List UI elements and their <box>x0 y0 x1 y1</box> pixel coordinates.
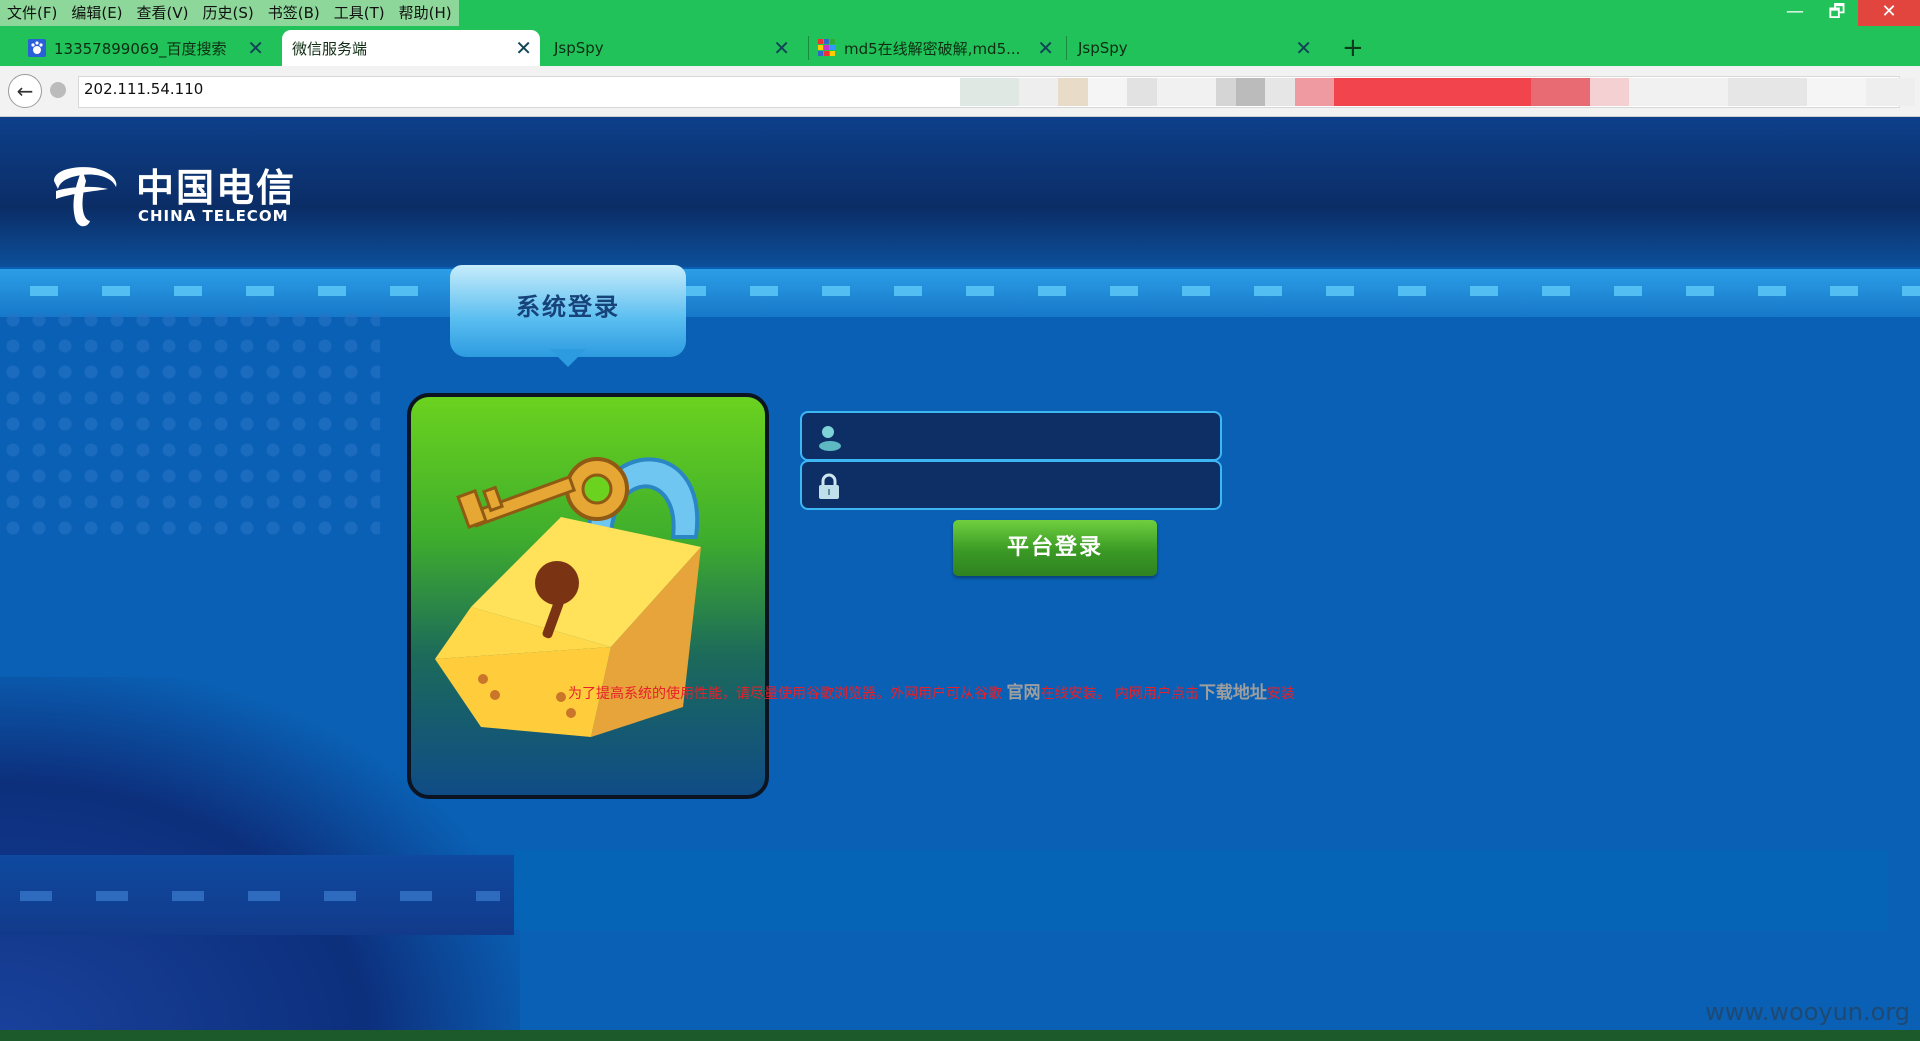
os-taskbar <box>0 1030 1920 1041</box>
lock-illustration-panel <box>407 393 769 799</box>
password-input[interactable] <box>854 468 1208 504</box>
browser-notice: 为了提高系统的使用性能，请尽量使用谷歌浏览器。外网用户可从谷歌 官网在线安装。 … <box>568 678 1295 703</box>
tab-bar: 13357899069_百度搜索 ✕ 微信服务端 ✕ JspSpy ✕ md5在… <box>0 26 1920 66</box>
official-site-link[interactable]: 官网 <box>1006 683 1040 703</box>
tab-title: 13357899069_百度搜索 <box>54 39 227 58</box>
menu-tools[interactable]: 工具(T) <box>327 0 392 26</box>
tab-close-icon[interactable]: ✕ <box>247 36 264 60</box>
close-window-button[interactable]: ✕ <box>1858 0 1920 26</box>
user-icon <box>819 426 841 451</box>
tab-title: JspSpy <box>554 39 604 57</box>
decorative-bottom-strip <box>0 855 514 935</box>
notice-text-2: 在线安装。 内网用户点击 <box>1040 686 1199 702</box>
username-input[interactable] <box>854 419 1208 455</box>
menu-bookmarks[interactable]: 书签(B) <box>261 0 327 26</box>
password-field[interactable] <box>800 460 1222 510</box>
tab-jspspy-2[interactable]: JspSpy ✕ <box>1068 30 1320 66</box>
notice-text-3: 安装 <box>1266 686 1295 702</box>
redacted-area <box>960 78 1915 106</box>
minimize-button[interactable]: — <box>1774 0 1816 26</box>
platform-login-button[interactable]: 平台登录 <box>953 520 1157 576</box>
window-controls: — 🗗 ✕ <box>1774 0 1920 26</box>
tab-title: 微信服务端 <box>292 39 368 58</box>
globe-icon <box>50 82 66 98</box>
stripe-dots <box>0 286 1920 296</box>
section-title-tab: 系统登录 <box>450 265 686 371</box>
tab-title: JspSpy <box>1078 39 1128 57</box>
grid-icon <box>818 39 835 56</box>
logo-chinese: 中国电信 <box>136 165 297 210</box>
menu-file[interactable]: 文件(F) <box>0 0 64 26</box>
tab-close-icon[interactable]: ✕ <box>1295 36 1312 60</box>
address-bar: ← 202.111.54.110 <box>0 66 1920 117</box>
tab-weixin[interactable]: 微信服务端 ✕ <box>282 30 540 66</box>
tab-baidu[interactable]: 13357899069_百度搜索 ✕ <box>20 30 272 66</box>
tab-md5[interactable]: md5在线解密破解,md5... ✕ <box>810 30 1062 66</box>
maximize-button[interactable]: 🗗 <box>1816 0 1858 26</box>
new-tab-button[interactable]: + <box>1342 28 1364 68</box>
tab-close-icon[interactable]: ✕ <box>515 36 532 60</box>
username-field[interactable] <box>800 411 1222 461</box>
padlock-key-icon <box>435 457 701 737</box>
china-telecom-logo: 中国电信 CHINA TELECOM <box>46 155 306 235</box>
back-arrow-icon: ← <box>16 79 34 103</box>
decorative-dots <box>0 307 380 537</box>
lock-icon <box>819 473 839 499</box>
browser-menubar: 文件(F) 编辑(E) 查看(V) 历史(S) 书签(B) 工具(T) 帮助(H… <box>0 0 1920 26</box>
telecom-emblem-icon <box>54 167 117 227</box>
section-title: 系统登录 <box>516 293 620 321</box>
tab-close-icon[interactable]: ✕ <box>1037 36 1054 60</box>
back-button[interactable]: ← <box>8 74 42 108</box>
bottom-panel <box>514 850 1888 930</box>
notice-text-1: 为了提高系统的使用性能，请尽量使用谷歌浏览器。外网用户可从谷歌 <box>568 686 1007 702</box>
login-page: 中国电信 CHINA TELECOM 系统登录 平台登录 为了提高系统的使用性能… <box>0 117 1920 1041</box>
tab-title: md5在线解密破解,md5... <box>844 39 1021 58</box>
menu-view[interactable]: 查看(V) <box>130 0 196 26</box>
tab-close-icon[interactable]: ✕ <box>773 36 790 60</box>
logo-english: CHINA TELECOM <box>138 207 289 225</box>
tab-jspspy-1[interactable]: JspSpy ✕ <box>546 30 798 66</box>
download-link[interactable]: 下载地址 <box>1199 683 1267 703</box>
baidu-paw-icon <box>28 39 46 57</box>
bottom-strip-dots <box>20 891 500 901</box>
menu-edit[interactable]: 编辑(E) <box>64 0 129 26</box>
menu-history[interactable]: 历史(S) <box>196 0 261 26</box>
url-text: 202.111.54.110 <box>84 80 204 98</box>
tab-separator <box>1066 36 1067 60</box>
menu: 文件(F) 编辑(E) 查看(V) 历史(S) 书签(B) 工具(T) 帮助(H… <box>0 0 459 26</box>
watermark: www.wooyun.org <box>1705 998 1910 1026</box>
title-tab-arrow <box>550 349 586 367</box>
menu-help[interactable]: 帮助(H) <box>392 0 459 26</box>
tab-separator <box>808 36 809 60</box>
